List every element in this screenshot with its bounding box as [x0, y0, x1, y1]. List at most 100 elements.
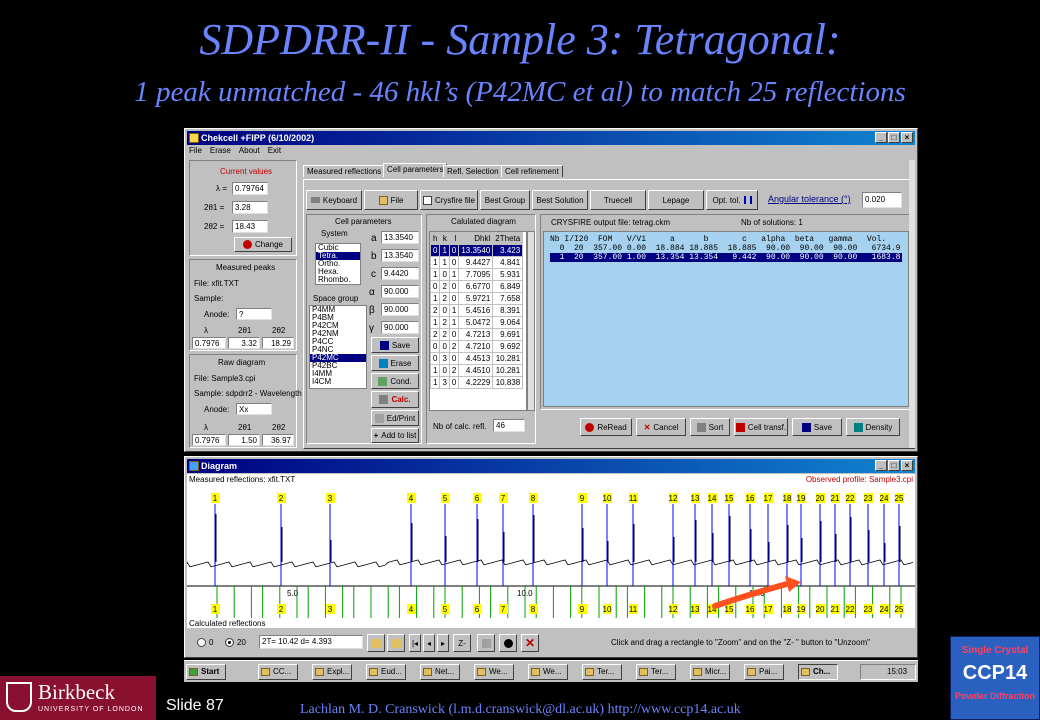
diagram-minimize-button[interactable]: _	[875, 460, 887, 471]
diagram-close-button[interactable]: ×	[901, 460, 913, 471]
radio-0[interactable]	[197, 638, 206, 647]
keyboard-button[interactable]: Keyboard	[306, 190, 362, 210]
taskbar-item[interactable]: Pai...	[744, 664, 784, 680]
position-readout: 2T= 10.42 d= 4.393	[259, 635, 363, 649]
menu-erase[interactable]: Erase	[210, 146, 231, 158]
target-button[interactable]	[499, 634, 517, 652]
erase-button[interactable]: Erase	[371, 355, 419, 371]
taskbar-item[interactable]: Ter...	[636, 664, 676, 680]
hkl-row[interactable]: 0 0 2 4.7210 9.692	[430, 340, 524, 353]
unzoom-button[interactable]: Z-	[453, 634, 471, 652]
diagram-toolbar: 0 20 2T= 10.42 d= 4.393 |◂ ◂ ▸ Z- ✕ Clic…	[187, 630, 915, 656]
prev-button[interactable]: ◂	[423, 634, 435, 652]
truecell-button[interactable]: Truecell	[590, 190, 646, 210]
two-theta1-field[interactable]: 3.28	[232, 201, 268, 214]
space-group-item[interactable]: I4CM	[310, 378, 366, 386]
result-row-selected[interactable]: 1 20 357.00 1.00 13.354 13.354 9.442 90.…	[550, 253, 902, 262]
density-button[interactable]: Density	[846, 418, 900, 436]
add-to-list-button[interactable]: + Add to list	[371, 428, 419, 443]
opt-tol-button[interactable]: Opt. tol.	[706, 190, 758, 210]
diagram-plot[interactable]: Measured reflections: xfit.TXT Observed …	[187, 474, 915, 628]
diagram-maximize-button[interactable]: □	[888, 460, 900, 471]
hkl-cell: 0	[448, 256, 460, 269]
maximize-button[interactable]: □	[888, 132, 900, 143]
system-list[interactable]: Cubic Tetra. Ortho. Hexa. Rhombo.	[315, 243, 361, 285]
chekcell-scrollbar[interactable]	[909, 160, 915, 448]
taskbar-item[interactable]: Eud...	[366, 664, 406, 680]
two-theta2-field[interactable]: 18.43	[232, 220, 268, 233]
first-button[interactable]: |◂	[409, 634, 421, 652]
lepage-button[interactable]: Lepage	[648, 190, 704, 210]
lambda-field[interactable]: 0.79764	[232, 182, 268, 195]
hkl-cell: 0	[430, 280, 441, 293]
overlay-button[interactable]	[387, 634, 405, 652]
hkl-row[interactable]: 2 2 0 4.7213 9.691	[430, 328, 524, 341]
crysfire-results[interactable]: Nb I/I20 FOM V/V1 a b c alpha beta gamma…	[543, 231, 909, 407]
result-row[interactable]: 0 20 357.00 0.00 18.884 18.885 18.885 90…	[550, 244, 902, 253]
chekcell-titlebar[interactable]: Chekcell +FIPP (6/10/2002) _ □ ×	[187, 131, 915, 145]
system-item[interactable]: Rhombo.	[316, 276, 360, 284]
sort-button[interactable]: Sort	[690, 418, 730, 436]
save-results-button[interactable]: Save	[792, 418, 842, 436]
taskbar-item-label: Pai...	[759, 667, 778, 676]
tab-refl-selection[interactable]: Refl. Selection	[443, 165, 503, 177]
alpha-field[interactable]: 90.000	[381, 285, 419, 298]
best-solution-button[interactable]: Best Solution	[532, 190, 588, 210]
angular-tolerance-field[interactable]: 0.020	[862, 192, 902, 208]
hkl-scrollbar[interactable]	[527, 231, 535, 411]
printer-icon	[374, 413, 384, 423]
change-button[interactable]: Change	[234, 237, 292, 252]
hkl-row[interactable]: 1 2 1 5.0472 9.064	[430, 316, 524, 329]
save-cell-button[interactable]: Save	[371, 337, 419, 353]
gamma-field[interactable]: 90.000	[381, 321, 419, 334]
hkl-row[interactable]: 1 0 2 4.4510 10.281	[430, 364, 524, 377]
minimize-button[interactable]: _	[875, 132, 887, 143]
hkl-row[interactable]: 0 3 0 4.4513 10.281	[430, 352, 524, 365]
hkl-row[interactable]: 0 2 0 6.6770 6.849	[430, 280, 524, 293]
hkl-row[interactable]: 1 2 0 5.9721 7.658	[430, 292, 524, 305]
file-button[interactable]: File	[364, 190, 418, 210]
edprint-button[interactable]: Ed/Print	[371, 410, 419, 426]
hkl-row-selected[interactable]: 0 1 0 13.3540 3.423	[430, 244, 524, 257]
close-diagram-button[interactable]: ✕	[521, 634, 539, 652]
start-button[interactable]: Start	[186, 664, 226, 680]
open-button[interactable]	[367, 634, 385, 652]
hkl-row[interactable]: 2 0 1 5.4516 8.391	[430, 304, 524, 317]
radio-20[interactable]	[225, 638, 234, 647]
a-field[interactable]: 13.3540	[381, 231, 419, 244]
taskbar-item[interactable]: Ch...	[798, 664, 838, 680]
taskbar-item[interactable]: Net...	[420, 664, 460, 680]
print-button[interactable]	[477, 634, 495, 652]
hkl-row[interactable]: 1 3 0 4.2229 10.838	[430, 376, 524, 389]
hkl-row[interactable]: 1 1 0 9.4427 4.841	[430, 256, 524, 269]
sort-label: Sort	[708, 422, 724, 432]
diagram-titlebar[interactable]: Diagram _ □ ×	[187, 459, 915, 473]
tab-cell-parameters[interactable]: Cell parameters	[383, 163, 448, 177]
space-group-list[interactable]: P4MM P4BM P42CM P42NM P4CC P4NC P42MC P4…	[309, 305, 367, 389]
calc-button[interactable]: Calc.	[371, 391, 419, 408]
best-group-button[interactable]: Best Group	[480, 190, 530, 210]
menu-file[interactable]: File	[189, 146, 202, 158]
tab-measured-reflections[interactable]: Measured reflections	[303, 165, 386, 177]
taskbar-item[interactable]: We...	[474, 664, 514, 680]
next-button[interactable]: ▸	[437, 634, 449, 652]
taskbar-item[interactable]: Expl...	[312, 664, 352, 680]
c-field[interactable]: 9.4420	[381, 267, 419, 280]
hkl-row[interactable]: 1 0 1 7.7095 5.931	[430, 268, 524, 281]
beta-field[interactable]: 90.000	[381, 303, 419, 316]
taskbar-item[interactable]: Ter...	[582, 664, 622, 680]
taskbar-item[interactable]: Micr...	[690, 664, 730, 680]
cell-transf-button[interactable]: Cell transf.	[734, 418, 788, 436]
taskbar-item[interactable]: CC...	[258, 664, 298, 680]
cond-button[interactable]: Cond.	[371, 373, 419, 389]
reread-button[interactable]: ReRead	[580, 418, 632, 436]
crysfire-file-button[interactable]: Crysfire file	[420, 190, 478, 210]
cancel-button[interactable]: ✕ Cancel	[636, 418, 686, 436]
menu-about[interactable]: About	[239, 146, 260, 158]
a-label: a	[371, 233, 377, 244]
b-field[interactable]: 13.3540	[381, 249, 419, 262]
close-button[interactable]: ×	[901, 132, 913, 143]
tab-cell-refinement[interactable]: Cell refinement	[501, 165, 563, 177]
menu-exit[interactable]: Exit	[268, 146, 281, 158]
taskbar-item[interactable]: We...	[528, 664, 568, 680]
